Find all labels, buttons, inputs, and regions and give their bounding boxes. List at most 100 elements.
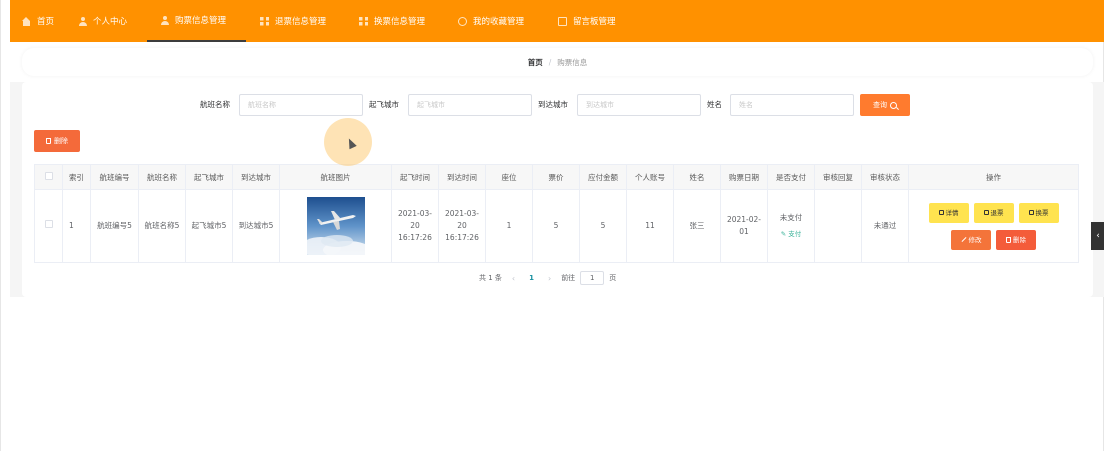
table-row: 1 航班编号5 航班名称5 起飞城市5 到达城市5 2021-03-20 16:…: [34, 189, 1079, 263]
chevron-left-icon: ‹: [1096, 231, 1100, 241]
column-header: 购票日期: [720, 164, 768, 190]
next-page-button[interactable]: ›: [548, 274, 551, 283]
page-unit-label: 页: [609, 274, 617, 282]
refund-button[interactable]: 退票: [973, 202, 1014, 223]
user-icon: [160, 15, 169, 25]
paid-status: 未支付: [779, 213, 803, 222]
column-header: 操作: [908, 164, 1079, 190]
column-header: 个人账号: [626, 164, 674, 190]
doc-icon: [558, 16, 567, 26]
detail-button-label: 详情: [945, 208, 959, 217]
nav-item-exchange[interactable]: 换票信息管理: [359, 0, 425, 42]
search-button[interactable]: 查询: [860, 94, 910, 116]
search-label-to-city: 到达城市: [538, 100, 568, 109]
cell-account: 11: [626, 189, 674, 263]
nav-item-label: 我的收藏管理: [473, 17, 525, 27]
cell-depart-time: 2021-03-20 16:17:26: [391, 189, 439, 263]
pagination: 共 1 条 ‹ 1 › 前往 1 页: [479, 271, 616, 285]
nav-item-personal-center[interactable]: 个人中心: [78, 0, 127, 42]
actions-group: 详情 退票 换票 修改 删除: [912, 202, 1075, 250]
delete-button[interactable]: 删除: [996, 229, 1036, 250]
cell-arrive-time: 2021-03-20 16:17:26: [438, 189, 486, 263]
select-all-cell: [34, 164, 63, 190]
page-number-current[interactable]: 1: [529, 274, 534, 282]
nav-item-label: 购票信息管理: [175, 16, 227, 26]
to-city-input[interactable]: [577, 94, 701, 116]
column-header: 起飞城市: [185, 164, 233, 190]
column-header: 应付金额: [579, 164, 627, 190]
top-nav: 首页 个人中心 购票信息管理 退票信息管理 换票信息管理 我的收藏管理 留言板管…: [10, 0, 1104, 42]
breadcrumb-current: 购票信息: [557, 57, 588, 67]
cell-flight-name: 航班名称5: [138, 189, 186, 263]
column-header: 航班编号: [90, 164, 139, 190]
app-page: 首页 个人中心 购票信息管理 退票信息管理 换票信息管理 我的收藏管理 留言板管…: [0, 0, 1104, 451]
breadcrumb-home[interactable]: 首页: [528, 57, 543, 68]
trash-icon: [1006, 236, 1011, 243]
column-header: 审核状态: [861, 164, 909, 190]
edit-button[interactable]: 修改: [951, 229, 991, 250]
breadcrumb-separator: /: [548, 57, 552, 67]
nav-item-label: 个人中心: [93, 17, 128, 27]
cell-name: 张三: [673, 189, 721, 263]
cell-amount: 5: [579, 189, 627, 263]
trash-icon: [46, 138, 51, 144]
refund-icon: [983, 210, 989, 215]
nav-item-refund[interactable]: 退票信息管理: [260, 0, 326, 42]
cell-index: 1: [62, 189, 91, 263]
cell-review-reply: [814, 189, 862, 263]
delete-button-label: 删除: [1013, 235, 1026, 244]
grid-icon: [359, 16, 368, 26]
column-header: 到达城市: [232, 164, 280, 190]
batch-delete-button[interactable]: 删除: [34, 130, 80, 152]
cell-actions: 详情 退票 换票 修改 删除: [908, 189, 1079, 263]
goto-page-input[interactable]: 1: [580, 271, 605, 285]
clock-icon: [458, 16, 467, 26]
name-input[interactable]: [730, 94, 854, 116]
search-label-name: 姓名: [707, 100, 722, 109]
exchange-button[interactable]: 换票: [1018, 202, 1059, 223]
nav-item-favorites[interactable]: 我的收藏管理: [458, 0, 524, 42]
detail-button[interactable]: 详情: [928, 202, 969, 223]
row-checkbox[interactable]: [44, 220, 53, 228]
goto-label: 前往: [561, 274, 576, 282]
search-label-from-city: 起飞城市: [369, 100, 399, 109]
cell-price: 5: [532, 189, 580, 263]
nav-item-label: 留言板管理: [573, 17, 616, 27]
edit-button-label: 修改: [968, 235, 982, 244]
actions-row: 详情 退票 换票: [928, 202, 1059, 223]
cell-to-city: 到达城市5: [232, 189, 280, 263]
flight-name-input[interactable]: [239, 94, 363, 116]
grid-icon: [260, 16, 269, 26]
detail-icon: [938, 210, 944, 215]
column-header: 到达时间: [438, 164, 486, 190]
exchange-button-label: 换票: [1035, 208, 1049, 217]
nav-item-home[interactable]: 首页: [22, 0, 54, 42]
side-collapse-tab[interactable]: ‹: [1091, 222, 1104, 250]
column-header: 是否支付: [767, 164, 815, 190]
exchange-icon: [1028, 210, 1034, 215]
cell-flight-no: 航班编号5: [90, 189, 139, 263]
nav-item-label: 换票信息管理: [374, 17, 426, 27]
nav-item-ticket-purchase[interactable]: 购票信息管理: [147, 0, 246, 42]
row-select-cell: [34, 189, 63, 263]
ticket-table: 索引 航班编号 航班名称 起飞城市 到达城市 航班图片 起飞时间 到达时间 座位…: [34, 164, 1079, 263]
from-city-input[interactable]: [408, 94, 532, 116]
column-header: 索引: [62, 164, 91, 190]
pagination-total: 共 1 条: [479, 274, 502, 282]
prev-page-button[interactable]: ‹: [512, 274, 515, 283]
select-all-checkbox[interactable]: [44, 172, 53, 180]
cell-review-status: 未通过: [861, 189, 909, 263]
column-header: 航班图片: [279, 164, 392, 190]
batch-delete-label: 删除: [54, 137, 68, 145]
flight-image[interactable]: [306, 197, 365, 255]
column-header: 航班名称: [138, 164, 186, 190]
table-header-row: 索引 航班编号 航班名称 起飞城市 到达城市 航班图片 起飞时间 到达时间 座位…: [34, 164, 1079, 190]
column-header: 票价: [532, 164, 580, 190]
cell-paid: 未支付 ✎ 支付: [767, 189, 815, 263]
pay-link[interactable]: ✎ 支付: [771, 228, 811, 240]
column-header: 座位: [485, 164, 533, 190]
column-header: 姓名: [673, 164, 721, 190]
pay-link-label: 支付: [788, 230, 802, 238]
nav-item-label: 首页: [37, 17, 55, 27]
nav-item-message-board[interactable]: 留言板管理: [558, 0, 616, 42]
